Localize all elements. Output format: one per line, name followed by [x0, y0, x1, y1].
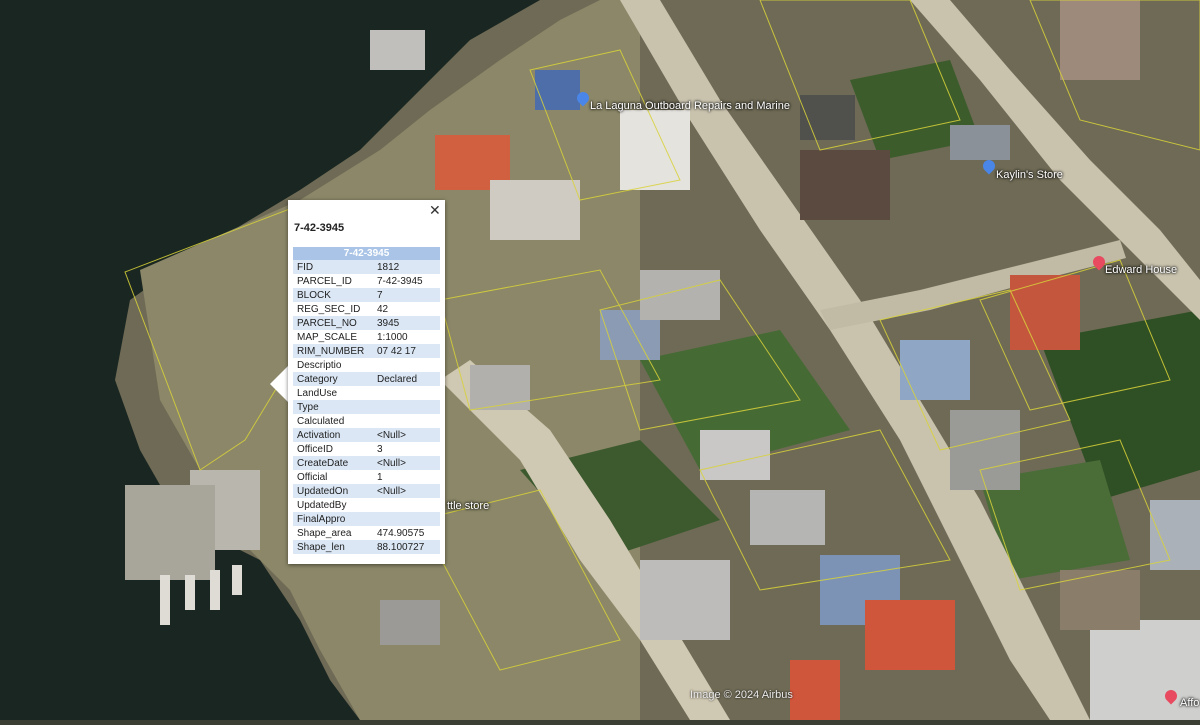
attribute-key: Calculated	[293, 414, 373, 428]
attribute-value: 1:1000	[373, 330, 440, 344]
attribute-value: 474.90575	[373, 526, 440, 540]
attribute-value: 42	[373, 302, 440, 316]
parcel-info-popup: 7-42-3945 ✕ 7-42-3945 FID 1812 PARCEL_ID 7-…	[288, 200, 445, 564]
attribute-value	[373, 358, 440, 372]
attribute-key: BLOCK	[293, 288, 373, 302]
attribute-value: 7	[373, 288, 440, 302]
attribute-key: Shape_area	[293, 526, 373, 540]
place-label[interactable]: ttle store	[447, 500, 489, 512]
attribute-key: LandUse	[293, 386, 373, 400]
attribute-key: OfficeID	[293, 442, 373, 456]
map-attribution: Image © 2024 Airbus	[690, 689, 793, 701]
attribute-value	[373, 400, 440, 414]
attribute-row: UpdatedOn <Null>	[293, 484, 440, 498]
attribute-key: RIM_NUMBER	[293, 344, 373, 358]
attribute-value	[373, 386, 440, 400]
attribute-value	[373, 414, 440, 428]
attribute-value: <Null>	[373, 484, 440, 498]
attribute-key: UpdatedOn	[293, 484, 373, 498]
attribute-key: Shape_len	[293, 540, 373, 554]
attribute-key: FinalAppro	[293, 512, 373, 526]
attribute-row: BLOCK 7	[293, 288, 440, 302]
attribute-key: CreateDate	[293, 456, 373, 470]
place-label[interactable]: La Laguna Outboard Repairs and Marine	[590, 100, 790, 112]
attribute-row: FID 1812	[293, 260, 440, 274]
attribute-key: Official	[293, 470, 373, 484]
attribute-key: Descriptio	[293, 358, 373, 372]
attribute-value: <Null>	[373, 456, 440, 470]
popup-title: 7-42-3945	[294, 222, 345, 234]
attribute-row: RIM_NUMBER 07 42 17	[293, 344, 440, 358]
attribute-key: Activation	[293, 428, 373, 442]
attribute-row: LandUse	[293, 386, 440, 400]
attribute-value	[373, 498, 440, 512]
attribute-value: 07 42 17	[373, 344, 440, 358]
attribute-row: Shape_len 88.100727	[293, 540, 440, 554]
attribute-row: Shape_area 474.90575	[293, 526, 440, 540]
attribute-key: MAP_SCALE	[293, 330, 373, 344]
place-label[interactable]: Affo	[1180, 697, 1199, 709]
attribute-row: Activation <Null>	[293, 428, 440, 442]
attribute-row: OfficeID 3	[293, 442, 440, 456]
close-icon[interactable]: ✕	[429, 203, 441, 217]
attribute-row: PARCEL_ID 7-42-3945	[293, 274, 440, 288]
attribute-row: Type	[293, 400, 440, 414]
place-label[interactable]: Kaylin's Store	[996, 169, 1063, 181]
attribute-value: 1812	[373, 260, 440, 274]
attribute-row: MAP_SCALE 1:1000	[293, 330, 440, 344]
attribute-value: 7-42-3945	[373, 274, 440, 288]
attribute-key: PARCEL_ID	[293, 274, 373, 288]
attribute-row: Category Declared	[293, 372, 440, 386]
attribute-value: 1	[373, 470, 440, 484]
place-label[interactable]: Edward House	[1105, 264, 1177, 276]
popup-pointer	[270, 366, 288, 402]
attribute-row: FinalAppro	[293, 512, 440, 526]
attribute-key: REG_SEC_ID	[293, 302, 373, 316]
attribute-row: CreateDate <Null>	[293, 456, 440, 470]
attribute-row: UpdatedBy	[293, 498, 440, 512]
attribute-row: Descriptio	[293, 358, 440, 372]
satellite-map[interactable]: La Laguna Outboard Repairs and Marine Ka…	[0, 0, 1200, 720]
attribute-key: Type	[293, 400, 373, 414]
attribute-row: Calculated	[293, 414, 440, 428]
attribute-key: Category	[293, 372, 373, 386]
attribute-value	[373, 512, 440, 526]
attribute-row: PARCEL_NO 3945	[293, 316, 440, 330]
attribute-row: Official 1	[293, 470, 440, 484]
attribute-table-header: 7-42-3945	[293, 247, 440, 260]
attribute-row: REG_SEC_ID 42	[293, 302, 440, 316]
attribute-key: FID	[293, 260, 373, 274]
attribute-value: Declared	[373, 372, 440, 386]
attribute-key: UpdatedBy	[293, 498, 373, 512]
attribute-table: 7-42-3945 FID 1812 PARCEL_ID 7-42-3945 BLOCK…	[293, 247, 440, 554]
attribute-value: <Null>	[373, 428, 440, 442]
attribute-key: PARCEL_NO	[293, 316, 373, 330]
attribute-value: 3945	[373, 316, 440, 330]
attribute-value: 3	[373, 442, 440, 456]
attribute-value: 88.100727	[373, 540, 440, 554]
